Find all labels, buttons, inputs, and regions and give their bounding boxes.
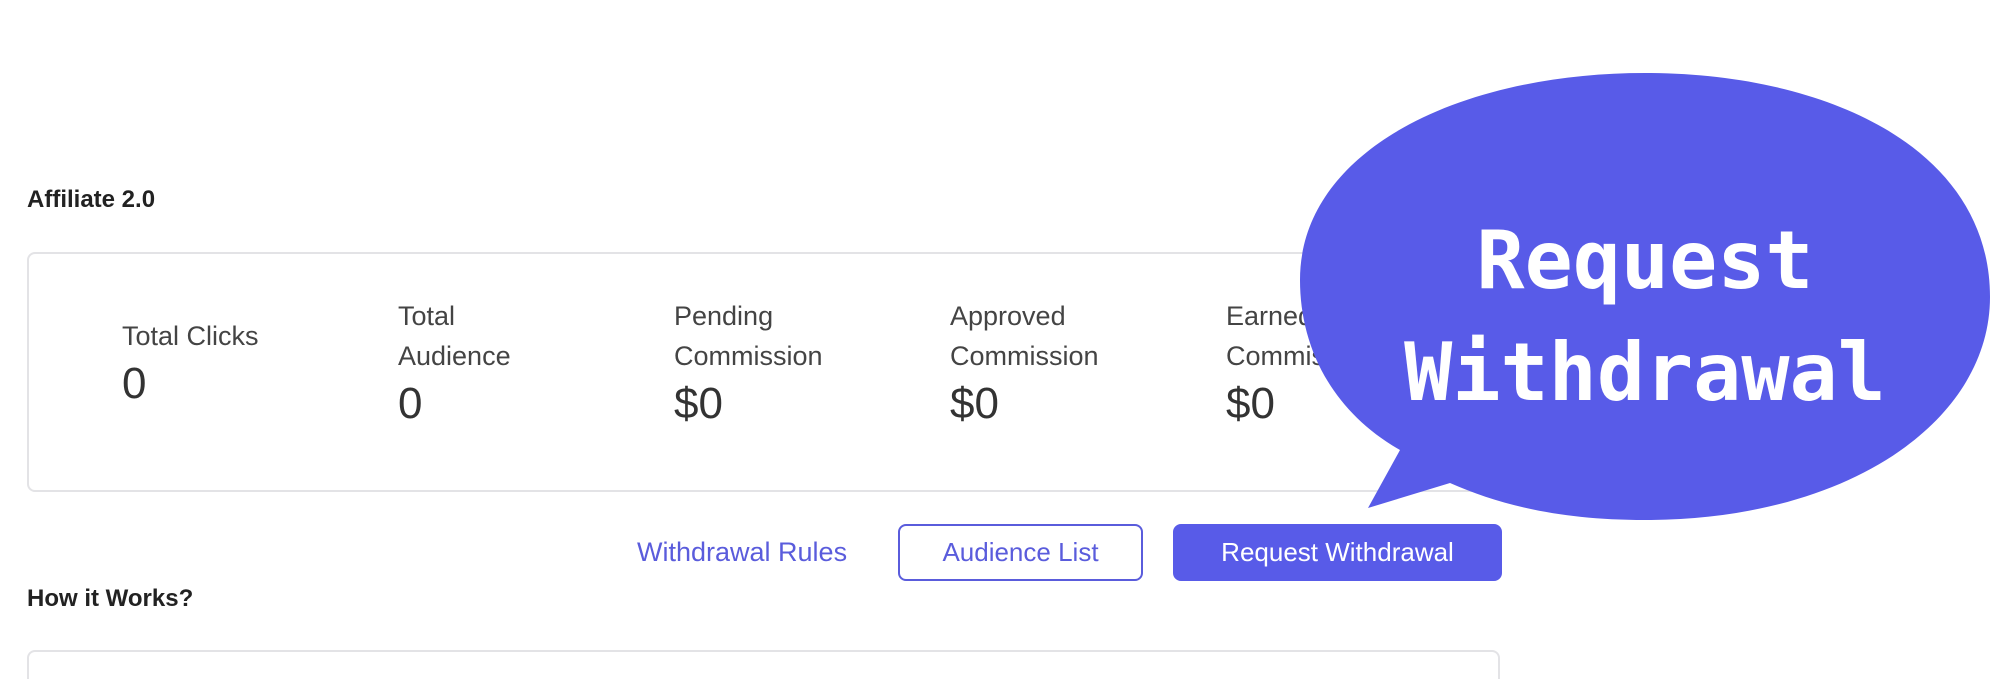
stat-label: Pending Commission <box>674 301 823 371</box>
affiliate-section-title: Affiliate 2.0 <box>27 186 156 213</box>
withdrawal-rules-link[interactable]: Withdrawal Rules <box>637 524 847 580</box>
affiliate-page: Affiliate 2.0 Total Clicks 0 Total Audie… <box>0 0 2000 679</box>
how-it-works-title: How it Works? <box>27 585 194 612</box>
callout-text: Request Withdrawal <box>1300 205 1990 429</box>
stat-value: $0 <box>674 379 723 428</box>
stat-approved-commission: Approved Commission $0 <box>950 296 1180 432</box>
how-it-works-card <box>27 650 1500 679</box>
callout-line-1: Request <box>1476 214 1814 307</box>
affiliate-stats-card: Total Clicks 0 Total Audience 0 Pending … <box>27 252 1500 492</box>
stat-value: 0 <box>122 359 147 408</box>
stat-pending-commission: Pending Commission $0 <box>674 296 904 432</box>
request-withdrawal-button[interactable]: Request Withdrawal <box>1173 524 1502 581</box>
stat-value: 0 <box>398 379 423 428</box>
stat-total-clicks: Total Clicks 0 <box>122 316 352 412</box>
audience-list-button[interactable]: Audience List <box>898 524 1143 581</box>
callout-line-2: Withdrawal <box>1404 326 1886 419</box>
stat-value: $0 <box>950 379 999 428</box>
stat-label: Total Clicks <box>122 321 259 351</box>
stat-label: Approved Commission <box>950 301 1099 371</box>
stat-label: Total Audience <box>398 301 511 371</box>
stat-total-audience: Total Audience 0 <box>398 296 628 432</box>
